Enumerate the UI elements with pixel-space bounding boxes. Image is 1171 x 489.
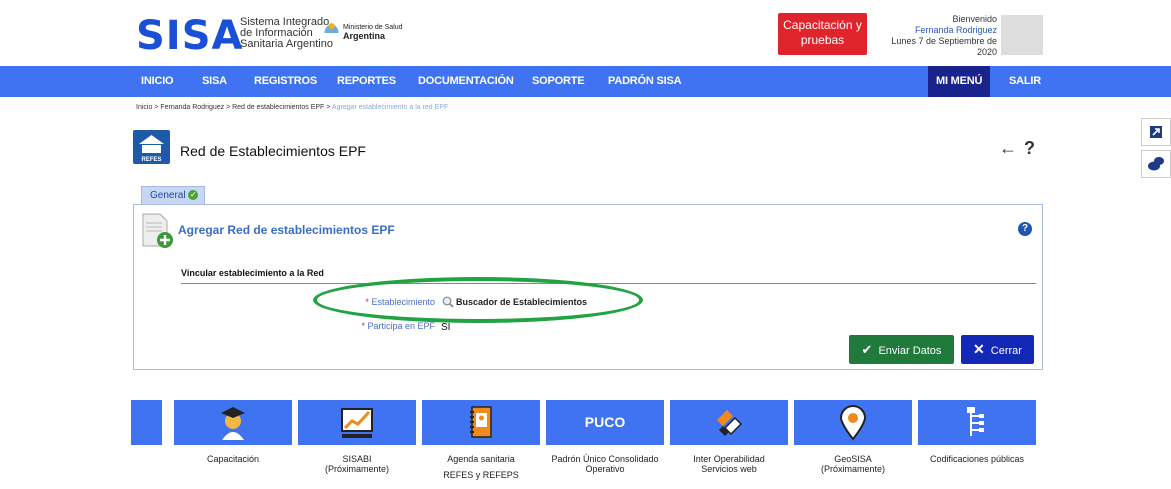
argentina-shield-icon (324, 23, 339, 42)
main-nav: INICIO SISA REGISTROS REPORTES DOCUMENTA… (0, 66, 1171, 97)
nav-reportes[interactable]: REPORTES (337, 66, 396, 97)
help-icon[interactable]: ? (1018, 222, 1032, 236)
tile-partial[interactable]: entes (131, 400, 162, 489)
participa-label: * Participa en EPF (361, 321, 435, 331)
highlight-ellipse (313, 277, 643, 323)
chat-icon[interactable] (1141, 150, 1171, 178)
close-icon: ✕ (973, 341, 985, 357)
capacitacion-button[interactable]: Capacitación y pruebas (778, 13, 867, 55)
check-icon: ✓ (188, 190, 199, 201)
nav-soporte[interactable]: SOPORTE (532, 66, 585, 97)
form-title: Agregar Red de establecimientos EPF (178, 223, 395, 237)
add-document-icon (142, 213, 173, 248)
tile-codificaciones[interactable]: Codificaciones públicas (918, 400, 1036, 489)
external-link-icon[interactable] (1141, 118, 1171, 146)
agenda-icon (470, 406, 492, 438)
back-arrow-icon[interactable]: ← (999, 138, 1017, 159)
breadcrumb: Inicio > Fernanda Rodriguez > Red de est… (136, 104, 448, 111)
nav-sisa[interactable]: SISA (202, 66, 227, 97)
puco-label: PUCO (546, 400, 664, 445)
nav-salir[interactable]: SALIR (1009, 66, 1041, 97)
tile-geosisa[interactable]: GeoSISA (Próximamente) (794, 400, 912, 489)
breadcrumb-current: Agregar establecimiento a la red EPF (331, 104, 449, 111)
breadcrumb-path[interactable]: Inicio > Fernanda Rodriguez > Red de est… (136, 104, 332, 111)
tile-sisabi[interactable]: SISABI (Próximamente) (298, 400, 416, 489)
section-divider (181, 283, 1036, 284)
enviar-datos-button[interactable]: ✔ Enviar Datos (849, 335, 954, 364)
ministerio-label: Ministerio de Salud Argentina (343, 24, 403, 41)
avatar[interactable] (1001, 15, 1043, 55)
refes-icon: REFES (133, 130, 170, 164)
tile-puco[interactable]: PUCO Padrón Único Consolidado Operativo (546, 400, 664, 489)
sisa-logo[interactable]: SISA (136, 16, 243, 56)
check-mark-icon: ✔ (861, 342, 873, 357)
puzzle-icon (717, 410, 743, 436)
nav-documentacion[interactable]: DOCUMENTACIÓN (418, 66, 514, 97)
participa-value: SI (441, 322, 451, 333)
page-help-icon[interactable]: ? (1024, 138, 1035, 159)
nav-padron-sisa[interactable]: PADRÓN SISA (608, 66, 682, 97)
graduate-icon (221, 407, 245, 440)
tab-general-label: General (150, 190, 186, 201)
nav-inicio[interactable]: INICIO (141, 66, 174, 97)
user-name-link[interactable]: Fernanda Rodriguez (870, 25, 997, 36)
cerrar-button[interactable]: ✕ Cerrar (961, 335, 1034, 364)
refes-icon-label: REFES (141, 157, 161, 163)
page-title: Red de Establecimientos EPF (180, 143, 366, 159)
welcome-block: Bienvenido Fernanda Rodriguez Lunes 7 de… (870, 14, 997, 58)
map-pin-icon (839, 405, 867, 441)
tree-icon (967, 407, 984, 436)
tab-general[interactable]: General ✓ (141, 186, 205, 204)
nav-registros[interactable]: REGISTROS (254, 66, 317, 97)
section-heading: Vincular establecimiento a la Red (181, 268, 324, 278)
nav-mi-menu[interactable]: MI MENÚ (928, 66, 991, 97)
tile-agenda[interactable]: Agenda sanitaria REFES y REFEPS (422, 400, 540, 489)
logo-subtitle: Sistema Integrado de Información Sanitaria… (240, 16, 333, 50)
tile-interoperabilidad[interactable]: Inter Operabilidad Servicios web (670, 400, 788, 489)
tile-capacitacion[interactable]: Capacitación (174, 400, 292, 489)
monitor-chart-icon (341, 408, 373, 438)
